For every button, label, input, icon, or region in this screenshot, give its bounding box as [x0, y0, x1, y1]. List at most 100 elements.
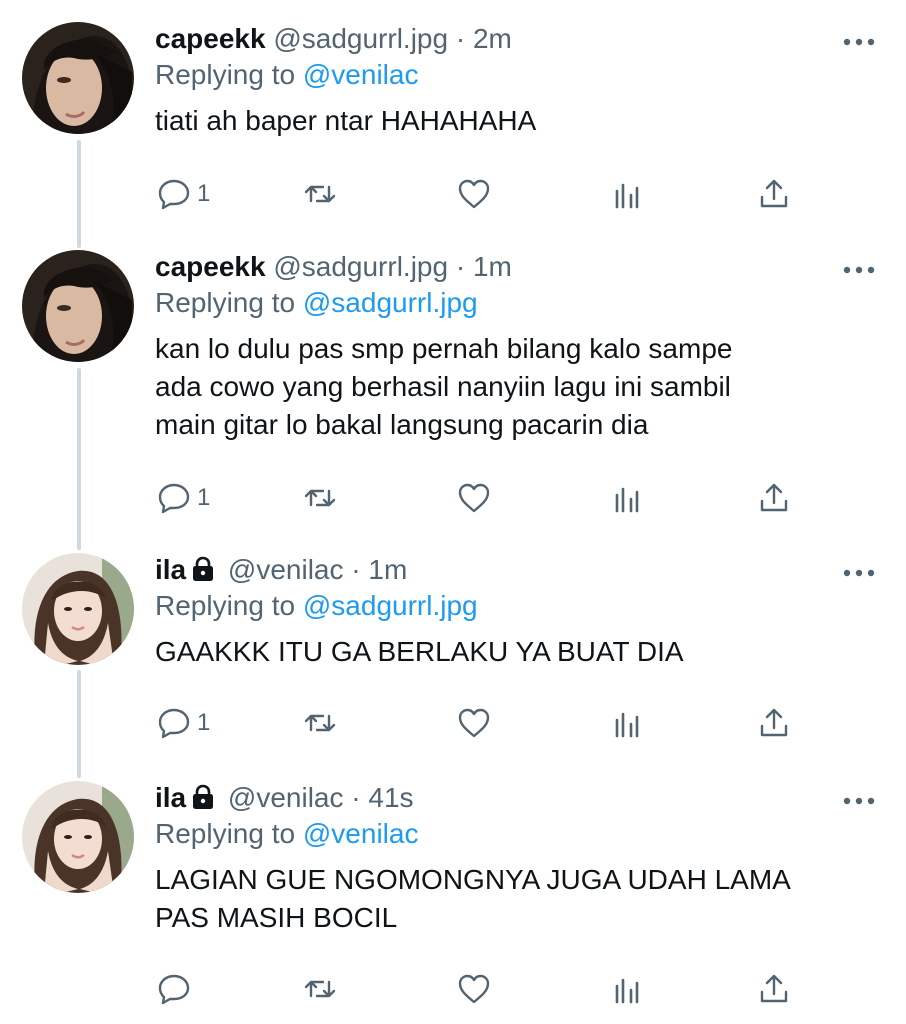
avatar[interactable] — [22, 553, 134, 665]
tweet[interactable]: capeekk @sadgurrl.jpg · 1m Replying to @… — [0, 250, 906, 530]
display-name[interactable]: capeekk — [155, 23, 266, 54]
replying-to-handle[interactable]: @sadgurrl.jpg — [303, 287, 478, 318]
user-handle[interactable]: @sadgurrl.jpg — [273, 251, 448, 282]
separator-dot: · — [351, 554, 361, 585]
like-icon — [458, 974, 490, 1004]
tweet-text: tiati ah baper ntar HAHAHAHA — [155, 105, 537, 136]
like-icon — [458, 483, 490, 513]
replying-to: Replying to @venilac — [155, 58, 418, 92]
share-icon — [760, 483, 788, 512]
tweet-text: LAGIAN GUE NGOMONGNYA JUGA UDAH LAMA PAS… — [155, 864, 791, 933]
like-button[interactable] — [457, 478, 491, 518]
like-button[interactable] — [457, 969, 491, 1009]
retweet-button[interactable] — [303, 174, 337, 214]
share-button[interactable] — [757, 703, 791, 743]
action-bar — [155, 969, 805, 1009]
share-button[interactable] — [757, 174, 791, 214]
like-button[interactable] — [457, 174, 491, 214]
share-icon — [760, 708, 788, 737]
lock-icon — [193, 784, 214, 809]
like-icon — [458, 708, 490, 738]
reply-icon — [158, 708, 190, 739]
reply-count: 1 — [197, 180, 211, 207]
retweet-button[interactable] — [303, 969, 337, 1009]
reply-count: 1 — [197, 709, 211, 736]
retweet-icon — [304, 185, 336, 203]
display-name[interactable]: ila — [155, 782, 186, 813]
more-icon[interactable] — [842, 34, 876, 50]
action-bar: 1 — [155, 703, 805, 743]
retweet-button[interactable] — [303, 703, 337, 743]
avatar[interactable] — [22, 22, 134, 134]
separator-dot: · — [351, 782, 361, 813]
reply-button[interactable]: 1 — [157, 174, 210, 214]
avatar[interactable] — [22, 781, 134, 893]
timestamp[interactable]: 41s — [368, 782, 413, 813]
tweet-header: capeekk @sadgurrl.jpg · 1m — [155, 250, 512, 284]
analytics-button[interactable] — [610, 478, 644, 518]
tweet[interactable]: ila @venilac · 41s Replying to @venilac … — [0, 781, 906, 1021]
retweet-icon — [304, 489, 336, 507]
tweet[interactable]: ila @venilac · 1m Replying to @sadgurrl.… — [0, 553, 906, 753]
action-bar: 1 — [155, 478, 805, 518]
timestamp[interactable]: 1m — [368, 554, 407, 585]
timestamp[interactable]: 1m — [473, 251, 512, 282]
share-icon — [760, 179, 788, 208]
retweet-button[interactable] — [303, 478, 337, 518]
avatar-image — [22, 553, 134, 665]
reply-icon — [158, 483, 190, 514]
tweet[interactable]: capeekk @sadgurrl.jpg · 2m Replying to @… — [0, 22, 906, 222]
analytics-icon — [615, 183, 639, 209]
reply-button[interactable]: 1 — [157, 703, 210, 743]
analytics-button[interactable] — [610, 174, 644, 214]
like-icon — [458, 179, 490, 209]
replying-to-label: Replying to — [155, 590, 296, 621]
tweet-header: ila @venilac · 41s — [155, 781, 414, 815]
share-button[interactable] — [757, 478, 791, 518]
timestamp[interactable]: 2m — [473, 23, 512, 54]
replying-to: Replying to @venilac — [155, 817, 418, 851]
analytics-button[interactable] — [610, 703, 644, 743]
separator-dot: · — [455, 23, 466, 54]
more-icon[interactable] — [842, 262, 876, 278]
action-bar: 1 — [155, 174, 805, 214]
analytics-icon — [615, 978, 639, 1004]
analytics-icon — [615, 712, 639, 738]
tweet-header: capeekk @sadgurrl.jpg · 2m — [155, 22, 512, 56]
avatar-image — [22, 781, 134, 893]
like-button[interactable] — [457, 703, 491, 743]
reply-icon — [158, 974, 190, 1005]
user-handle[interactable]: @venilac — [228, 782, 344, 813]
analytics-icon — [615, 487, 639, 513]
user-handle[interactable]: @venilac — [228, 554, 344, 585]
display-name[interactable]: ila — [155, 554, 186, 585]
tweet-header: ila @venilac · 1m — [155, 553, 407, 587]
lock-icon — [193, 556, 214, 581]
tweet-text: kan lo dulu pas smp pernah bilang kalo s… — [155, 333, 733, 440]
replying-to: Replying to @sadgurrl.jpg — [155, 589, 478, 623]
replying-to-handle[interactable]: @venilac — [303, 59, 419, 90]
more-icon[interactable] — [842, 565, 876, 581]
replying-to-label: Replying to — [155, 59, 296, 90]
share-button[interactable] — [757, 969, 791, 1009]
user-handle[interactable]: @sadgurrl.jpg — [273, 23, 448, 54]
replying-to-label: Replying to — [155, 818, 296, 849]
replying-to-handle[interactable]: @venilac — [303, 818, 419, 849]
retweet-icon — [304, 980, 336, 998]
avatar-image — [22, 250, 134, 362]
display-name[interactable]: capeekk — [155, 251, 266, 282]
replying-to-handle[interactable]: @sadgurrl.jpg — [303, 590, 478, 621]
more-icon[interactable] — [842, 793, 876, 809]
replying-to-label: Replying to — [155, 287, 296, 318]
separator-dot: · — [455, 251, 466, 282]
reply-button[interactable] — [157, 969, 197, 1009]
tweet-text: GAAKKK ITU GA BERLAKU YA BUAT DIA — [155, 636, 684, 667]
reply-count: 1 — [197, 484, 211, 511]
share-icon — [760, 974, 788, 1003]
avatar-image — [22, 22, 134, 134]
replying-to: Replying to @sadgurrl.jpg — [155, 286, 478, 320]
avatar[interactable] — [22, 250, 134, 362]
analytics-button[interactable] — [610, 969, 644, 1009]
reply-button[interactable]: 1 — [157, 478, 210, 518]
retweet-icon — [304, 714, 336, 732]
